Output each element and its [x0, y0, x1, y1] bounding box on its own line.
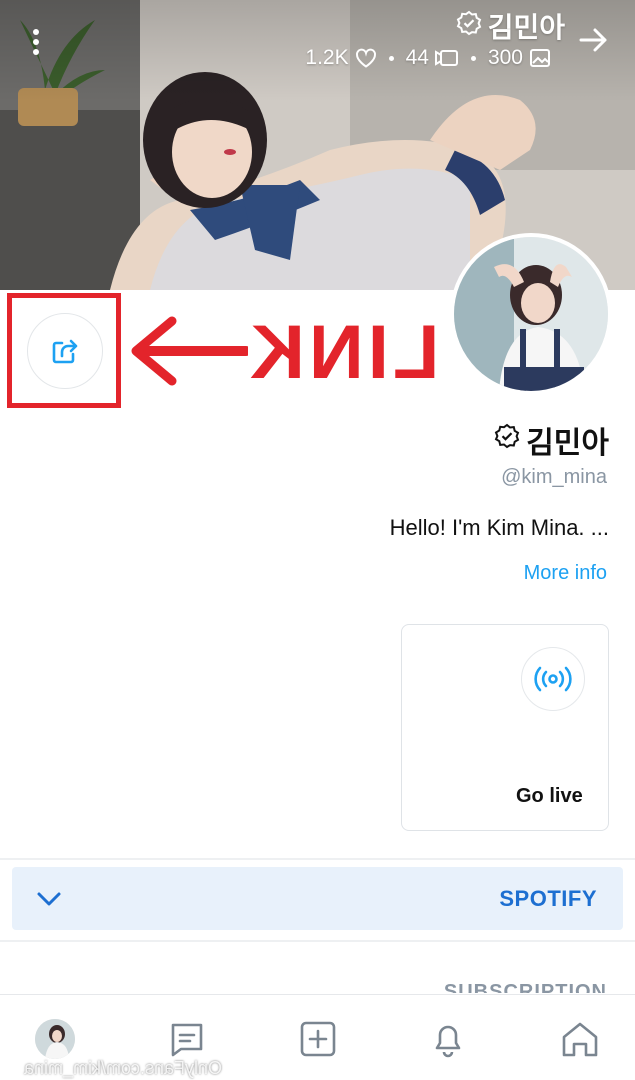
annotation-arrow — [131, 316, 248, 386]
annotation-label: LINK — [246, 310, 440, 395]
more-info-link[interactable]: More info — [524, 562, 607, 585]
bell-icon[interactable] — [426, 1017, 470, 1061]
stat-separator — [388, 55, 394, 61]
likes-count: 1.2K — [305, 46, 349, 69]
cover-stats: 1.2K 44 300 — [305, 46, 551, 70]
watermark: OnlyFans.com/kim_mina — [23, 1058, 222, 1078]
verified-badge-icon — [456, 10, 482, 43]
verified-badge-icon — [494, 423, 520, 457]
home-icon[interactable] — [558, 1017, 602, 1061]
vertical-dots-icon[interactable] — [28, 28, 44, 58]
annotation-box — [7, 293, 121, 408]
videos-stat: 44 — [406, 46, 459, 70]
spotify-label: SPOTIFY — [499, 885, 597, 911]
go-live-label: Go live — [516, 785, 583, 807]
divider — [0, 858, 635, 860]
plus-square-icon[interactable] — [296, 1017, 340, 1061]
arrow-right-icon[interactable] — [575, 22, 611, 58]
broadcast-icon — [534, 666, 572, 692]
spotify-section[interactable]: SPOTIFY — [12, 867, 623, 930]
likes-stat: 1.2K — [305, 46, 376, 70]
video-icon — [434, 50, 458, 66]
stat-separator — [470, 55, 476, 61]
profile-handle: @kim_mina — [501, 466, 607, 488]
heart-icon — [355, 48, 376, 68]
broadcast-button[interactable] — [521, 647, 585, 711]
nav-avatar[interactable] — [35, 1019, 75, 1059]
videos-count: 44 — [405, 46, 429, 69]
profile-name-text: 김민아 — [526, 427, 609, 460]
cover-title: 김민아 — [456, 6, 565, 46]
divider — [0, 940, 635, 942]
subscription-heading: SUBSCRIPTION — [443, 981, 607, 993]
profile-bio: Hello! I'm Kim Mina. ... — [389, 515, 609, 540]
avatar[interactable] — [450, 233, 612, 395]
go-live-card[interactable]: Go live — [401, 624, 609, 831]
profile-name: 김민아 — [494, 418, 609, 462]
image-icon — [530, 49, 550, 67]
chevron-down-icon[interactable] — [36, 891, 62, 907]
photos-count: 300 — [487, 46, 523, 69]
message-icon[interactable] — [165, 1017, 209, 1061]
cover-name: 김민아 — [487, 12, 565, 43]
photos-stat: 300 — [488, 46, 551, 70]
